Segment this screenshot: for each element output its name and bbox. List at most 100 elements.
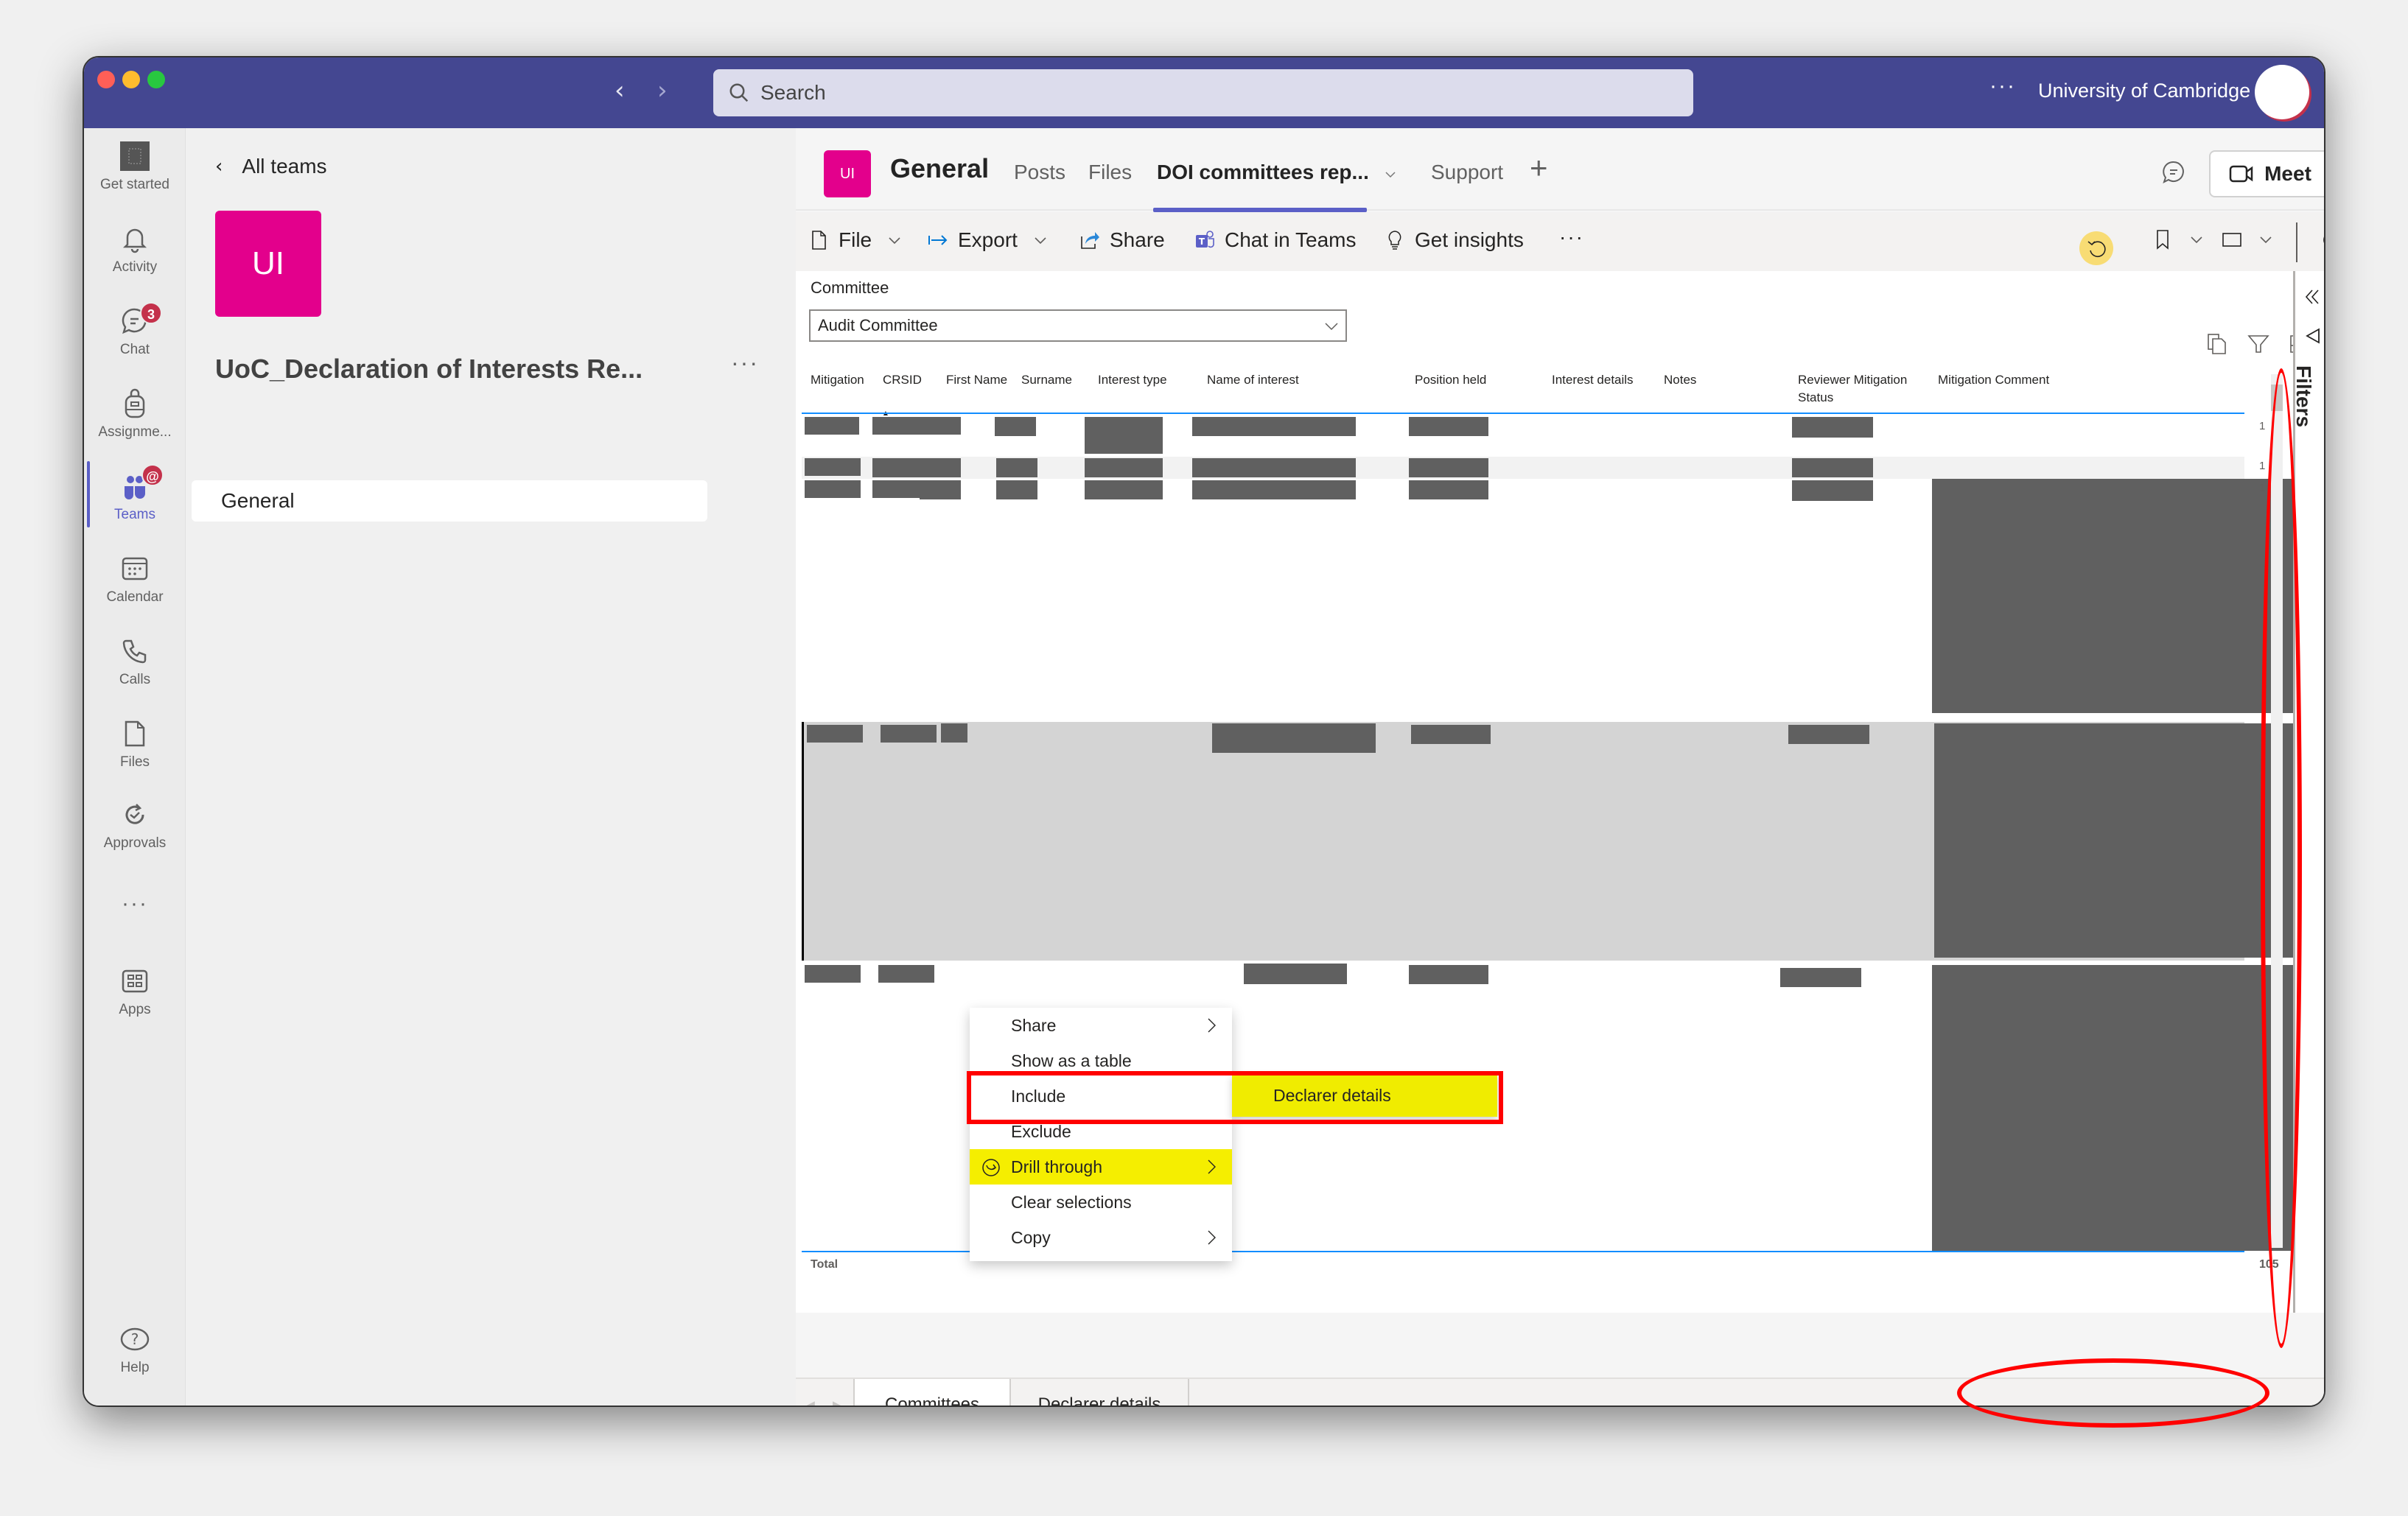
all-teams-label: All teams: [242, 155, 327, 178]
search-input[interactable]: [760, 81, 1645, 105]
rail-item-more[interactable]: ···: [84, 891, 186, 916]
expand-double-chevron-icon[interactable]: [2303, 287, 2322, 306]
table-row[interactable]: 1: [802, 457, 2265, 479]
rail-item-apps[interactable]: Apps: [84, 965, 186, 1018]
header-divider: [802, 413, 2244, 414]
export-menu-button[interactable]: Export: [927, 228, 1049, 252]
column-header[interactable]: Surname: [1021, 371, 1072, 389]
table-row[interactable]: 1: [802, 415, 2265, 457]
tab-files[interactable]: Files: [1088, 161, 1132, 184]
column-header[interactable]: First Name: [946, 371, 1007, 389]
get-insights-button[interactable]: Get insights: [1384, 228, 1524, 252]
rail-item-teams[interactable]: Teams @: [84, 464, 186, 523]
column-header[interactable]: Interest type: [1098, 371, 1167, 389]
tab-chevron-down-icon[interactable]: [1384, 169, 1397, 180]
phone-icon: [122, 639, 147, 664]
filters-pane-collapsed[interactable]: [2293, 271, 2324, 1313]
bookmark-button[interactable]: [2152, 228, 2205, 250]
chat-in-teams-button[interactable]: T Chat in Teams: [1194, 228, 1356, 252]
reset-button[interactable]: [2079, 231, 2113, 265]
menu-item-show-as-table[interactable]: Show as a table: [970, 1043, 1232, 1078]
rail-item-files[interactable]: Files: [84, 717, 186, 771]
toolbar-more-button[interactable]: ···: [1559, 225, 1584, 249]
view-button[interactable]: [2221, 228, 2274, 250]
file-menu-button[interactable]: File: [808, 228, 903, 252]
table-row-selected[interactable]: 1: [802, 722, 2298, 961]
chevron-right-icon: [1208, 1018, 1216, 1033]
add-tab-button[interactable]: +: [1530, 150, 1548, 186]
search-bar[interactable]: [713, 69, 1693, 116]
scrollbar-thumb[interactable]: [2271, 385, 2283, 411]
table-row[interactable]: 1: [802, 479, 2296, 716]
filters-pane-label[interactable]: Filters: [2292, 365, 2315, 427]
meet-button[interactable]: Meet: [2211, 152, 2324, 196]
rail-label: Apps: [119, 1002, 151, 1017]
close-window-button[interactable]: [97, 71, 115, 88]
page-tab-committees[interactable]: Committees: [853, 1379, 1011, 1406]
menu-item-label: Exclude: [1011, 1122, 1071, 1141]
copy-visual-icon[interactable]: [2205, 331, 2230, 357]
menu-item-exclude[interactable]: Exclude: [970, 1114, 1232, 1149]
rail-item-help[interactable]: ? Help: [84, 1323, 186, 1376]
menu-item-share[interactable]: Share: [970, 1008, 1232, 1043]
next-page-arrow-icon[interactable]: ▶: [833, 1398, 843, 1406]
channel-title: General: [890, 153, 990, 183]
share-button[interactable]: Share: [1079, 228, 1165, 252]
avatar[interactable]: [2255, 65, 2309, 119]
organization-name[interactable]: University of Cambridge: [2038, 80, 2250, 102]
tab-support[interactable]: Support: [1431, 161, 1503, 184]
minimize-window-button[interactable]: [122, 71, 140, 88]
rail-item-activity[interactable]: Activity: [84, 222, 186, 276]
rail-item-assignments[interactable]: Assignme...: [84, 387, 186, 441]
channel-avatar: UI: [824, 150, 871, 197]
rail-item-approvals[interactable]: Approvals: [84, 799, 186, 852]
column-header[interactable]: Reviewer Mitigation Status: [1798, 371, 1931, 407]
filter-icon[interactable]: [2246, 331, 2271, 357]
rail-item-chat[interactable]: Chat 3: [84, 302, 186, 358]
row-count: 1: [2259, 460, 2266, 472]
committee-slicer-dropdown[interactable]: Audit Committee: [809, 309, 1347, 342]
menu-item-drill-through[interactable]: Drill through: [970, 1149, 1232, 1185]
rail-item-get-started[interactable]: Get started: [84, 140, 186, 193]
row-count: 1: [2259, 482, 2266, 494]
conversation-icon[interactable]: [2160, 159, 2187, 186]
report-canvas: Committee Audit Committee Mitigation CRS…: [796, 271, 2309, 1313]
view-window-icon: [2222, 233, 2241, 247]
rail-label: Teams: [114, 507, 155, 522]
channel-general[interactable]: General: [192, 480, 707, 522]
back-arrow-icon[interactable]: ‹: [615, 78, 625, 103]
undo-icon: [2087, 241, 2106, 257]
all-teams-link[interactable]: ‹ All teams: [215, 155, 327, 178]
chat-unread-badge: 3: [140, 302, 162, 324]
rail-item-calls[interactable]: Calls: [84, 635, 186, 688]
filter-funnel-icon: [2306, 328, 2320, 344]
menu-item-include[interactable]: Include: [970, 1078, 1232, 1114]
column-header[interactable]: Mitigation: [811, 371, 864, 389]
chevron-down-icon: [2260, 236, 2272, 244]
column-header[interactable]: Position held: [1415, 371, 1486, 389]
submenu-item-declarer-details[interactable]: Declarer details: [1232, 1074, 1497, 1117]
column-header[interactable]: Interest details: [1552, 371, 1634, 389]
refresh-button[interactable]: [2321, 228, 2324, 250]
menu-item-label: Include: [1011, 1087, 1066, 1106]
rail-item-calendar[interactable]: Calendar: [84, 552, 186, 606]
column-header[interactable]: Name of interest: [1207, 371, 1299, 389]
tab-posts[interactable]: Posts: [1014, 161, 1065, 184]
more-options-button[interactable]: ···: [1989, 74, 2016, 99]
page-tab-declarer-details[interactable]: Declarer details: [1011, 1379, 1189, 1406]
prev-page-arrow-icon[interactable]: ◀: [805, 1398, 815, 1406]
table-scrollbar[interactable]: [2271, 374, 2283, 1248]
chevron-down-icon: [889, 237, 900, 245]
svg-text:?: ?: [131, 1330, 139, 1348]
apps-icon: [122, 969, 148, 993]
tab-doi-committees-report[interactable]: DOI committees rep...: [1157, 161, 1369, 184]
menu-item-copy[interactable]: Copy: [970, 1220, 1232, 1255]
team-more-options-button[interactable]: ···: [731, 349, 759, 376]
forward-arrow-icon[interactable]: ›: [657, 78, 668, 103]
maximize-window-button[interactable]: [147, 71, 165, 88]
column-header[interactable]: Notes: [1664, 371, 1696, 389]
column-header[interactable]: Mitigation Comment: [1938, 371, 2049, 389]
column-header[interactable]: CRSID: [883, 371, 922, 389]
menu-item-clear-selections[interactable]: Clear selections: [970, 1185, 1232, 1220]
row-count: 1: [2261, 725, 2268, 737]
